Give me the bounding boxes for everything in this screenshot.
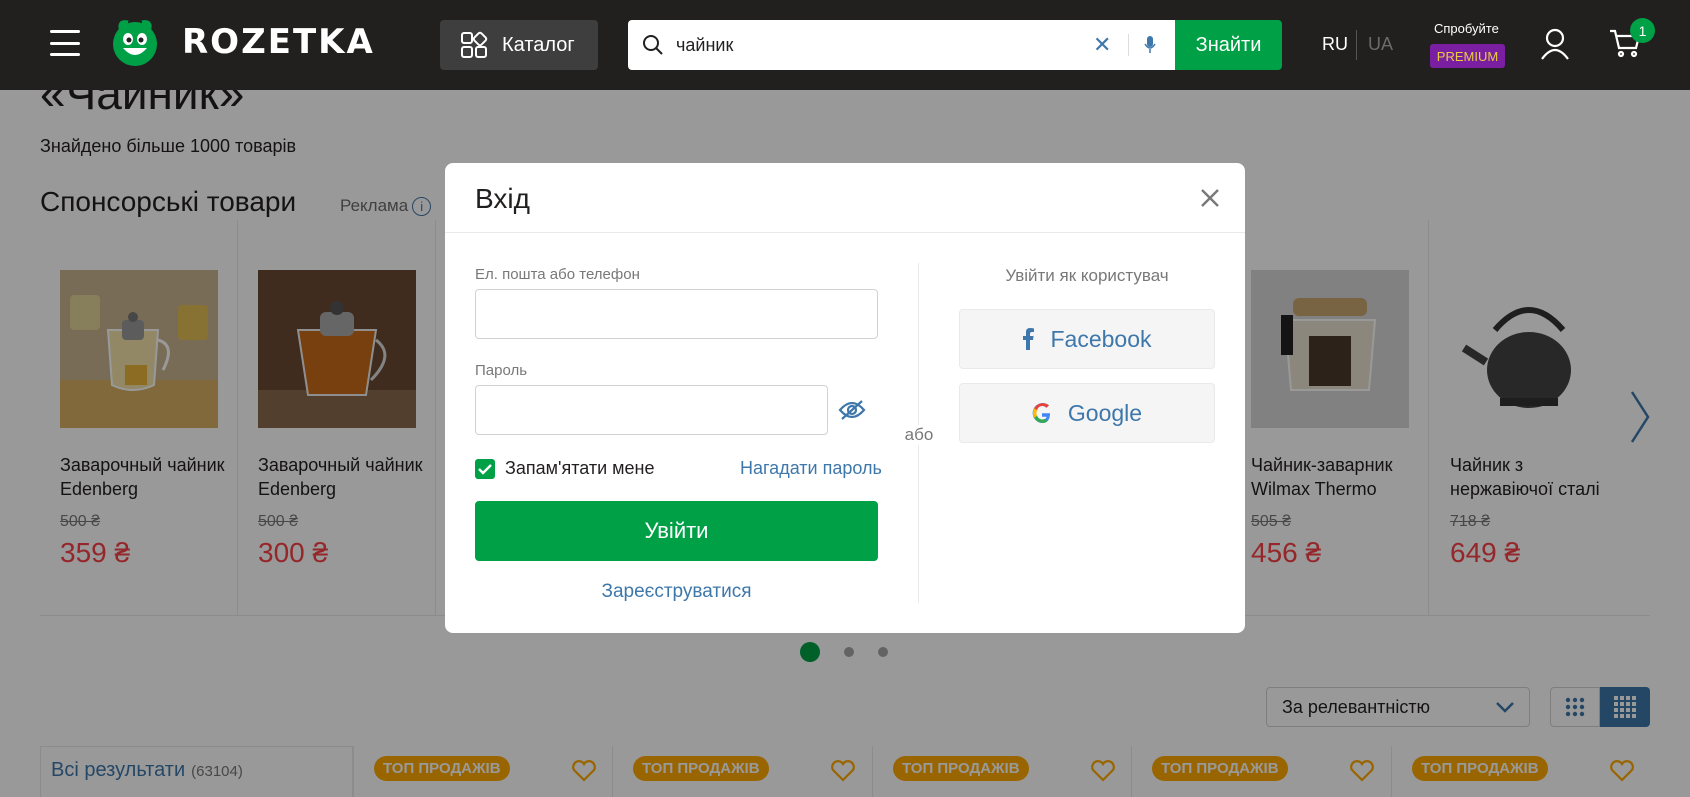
search-input[interactable] [676,30,1096,60]
search-button[interactable]: Знайти [1175,20,1282,70]
modal-header: Вхід [445,163,1245,233]
premium-try-text: Спробуйте [1434,21,1499,36]
microphone-icon[interactable] [1143,35,1157,55]
menu-icon[interactable] [50,30,80,56]
logo-smile-icon [113,20,157,66]
modal-title: Вхід [475,183,530,214]
catalog-grid-icon [461,31,488,58]
search-divider [1128,34,1129,56]
premium-badge[interactable]: PREMIUM [1430,44,1505,68]
register-link[interactable]: Зареєструватися [475,581,878,603]
top-header: ROZETKA Каталог ✕ Знайти RU UA Спробуйте… [0,0,1690,90]
facebook-icon [1023,328,1035,350]
google-icon [1032,403,1050,423]
catalog-label: Каталог [502,33,575,56]
lang-ua-button[interactable]: UA [1368,34,1393,55]
social-login-title: Увійти як користувач [1005,266,1169,285]
rozetka-logo[interactable]: ROZETKA [110,17,375,67]
google-label: Google [1067,399,1143,426]
cart-count-badge: 1 [1630,18,1655,43]
user-icon[interactable] [1540,28,1570,60]
email-label: Ел. пошта або телефон [475,266,640,283]
close-icon[interactable] [1200,188,1220,208]
catalog-button[interactable]: Каталог [440,20,598,70]
email-field[interactable] [475,289,878,339]
password-field[interactable] [475,385,828,435]
google-login-button[interactable]: Google [959,383,1215,443]
lang-ru-button[interactable]: RU [1322,34,1348,55]
login-modal: Вхід Ел. пошта або телефон Пароль Запам'… [445,163,1245,633]
password-label: Пароль [475,362,528,379]
or-label: або [903,425,935,445]
checkbox-checked-icon[interactable] [475,458,495,479]
facebook-label: Facebook [1050,325,1152,352]
eye-hidden-icon[interactable] [838,399,866,421]
facebook-login-button[interactable]: Facebook [959,309,1215,369]
clear-search-icon[interactable]: ✕ [1093,32,1111,58]
remember-me-label: Запам'ятати мене [505,458,655,478]
search-icon [643,35,663,55]
search-box: ✕ [628,20,1175,70]
remember-me-checkbox[interactable]: Запам'ятати мене [475,458,655,479]
lang-divider [1356,30,1357,60]
logo-text: ROZETKA [182,22,375,62]
login-button[interactable]: Увійти [475,501,878,561]
forgot-password-link[interactable]: Нагадати пароль [740,458,882,479]
